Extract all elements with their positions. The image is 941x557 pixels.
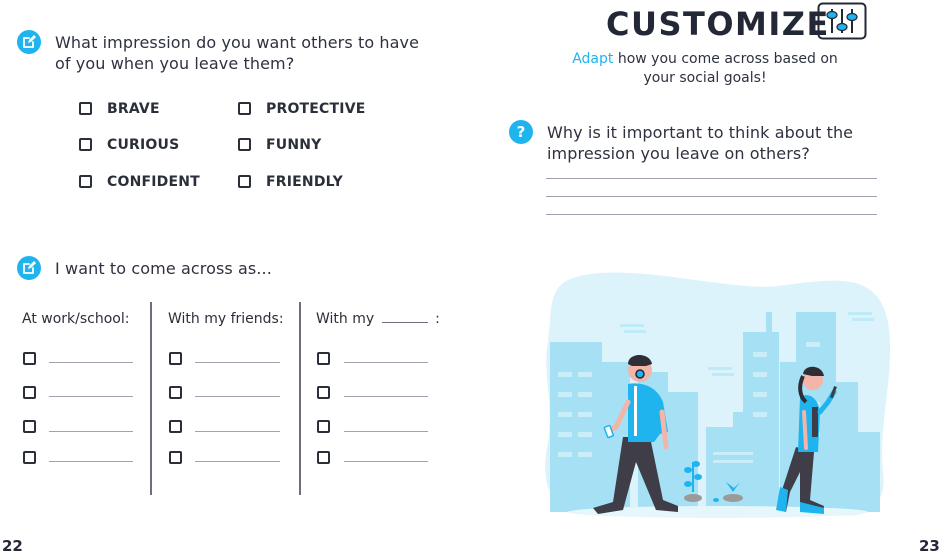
edit-icon	[17, 256, 41, 280]
q1-line2: of you when you leave them?	[55, 54, 295, 73]
checkbox-funny[interactable]	[238, 138, 251, 151]
subtitle-line2: your social goals!	[643, 70, 767, 86]
q1-line1: What impression do you want others to ha…	[55, 33, 420, 52]
checkbox-confident[interactable]	[79, 175, 92, 188]
column-header-work-school: At work/school:	[22, 311, 130, 327]
work-checkbox-4[interactable]	[23, 451, 36, 464]
friends-write-line-1[interactable]	[195, 362, 280, 363]
friends-checkbox-4[interactable]	[169, 451, 182, 464]
column-divider	[150, 302, 152, 495]
option-label: CONFIDENT	[107, 174, 200, 190]
option-label: CURIOUS	[107, 137, 180, 153]
page-title: CUSTOMIZE	[606, 5, 830, 43]
sliders-icon	[817, 2, 867, 40]
custom-checkbox-1[interactable]	[317, 352, 330, 365]
option-label: FUNNY	[266, 137, 322, 153]
checkbox-protective[interactable]	[238, 102, 251, 115]
checkbox-friendly[interactable]	[238, 175, 251, 188]
friends-checkbox-1[interactable]	[169, 352, 182, 365]
friends-write-line-3[interactable]	[195, 431, 280, 432]
custom-write-line-1[interactable]	[344, 362, 428, 363]
subtitle-line1: Adapt how you come across based on	[560, 50, 850, 69]
checkbox-brave[interactable]	[79, 102, 92, 115]
work-checkbox-3[interactable]	[23, 420, 36, 433]
page-number-right: 23	[919, 537, 940, 555]
custom-write-line-4[interactable]	[344, 461, 428, 462]
option-label: BRAVE	[107, 101, 160, 117]
work-write-line-1[interactable]	[49, 362, 133, 363]
edit-icon	[17, 30, 41, 54]
subtitle-accent: Adapt	[572, 51, 614, 67]
friends-write-line-2[interactable]	[195, 396, 280, 397]
work-write-line-4[interactable]	[49, 461, 133, 462]
column-divider	[299, 302, 301, 495]
answer-line-1[interactable]	[546, 178, 877, 179]
q3-line2: impression you leave on others?	[547, 144, 810, 163]
friends-checkbox-2[interactable]	[169, 386, 182, 399]
work-checkbox-2[interactable]	[23, 386, 36, 399]
column-header-custom: With my :	[316, 310, 440, 328]
column-header-custom-label: With my	[316, 311, 375, 327]
custom-write-line-3[interactable]	[344, 431, 428, 432]
column-header-custom-suffix: :	[435, 311, 440, 327]
option-label: FRIENDLY	[266, 174, 343, 190]
q3-line1: Why is it important to think about the	[547, 123, 854, 142]
subtitle-rest: how you come across based on	[613, 51, 838, 67]
custom-write-line-2[interactable]	[344, 396, 428, 397]
city-walkers-illustration	[528, 262, 898, 524]
work-write-line-3[interactable]	[49, 431, 133, 432]
friends-checkbox-3[interactable]	[169, 420, 182, 433]
q2-text: I want to come across as...	[55, 259, 272, 278]
custom-checkbox-3[interactable]	[317, 420, 330, 433]
answer-line-2[interactable]	[546, 196, 877, 197]
subtitle: Adapt how you come across based on your …	[560, 50, 850, 88]
work-checkbox-1[interactable]	[23, 352, 36, 365]
custom-checkbox-2[interactable]	[317, 386, 330, 399]
work-write-line-2[interactable]	[49, 396, 133, 397]
column-header-friends: With my friends:	[168, 311, 284, 327]
question-icon: ?	[509, 120, 533, 144]
custom-blank-field[interactable]	[381, 322, 428, 323]
friends-write-line-4[interactable]	[195, 461, 280, 462]
q3-text: Why is it important to think about the i…	[547, 122, 853, 164]
page-number-left: 22	[2, 537, 23, 555]
q1-text: What impression do you want others to ha…	[55, 32, 419, 74]
answer-line-3[interactable]	[546, 214, 877, 215]
custom-checkbox-4[interactable]	[317, 451, 330, 464]
checkbox-curious[interactable]	[79, 138, 92, 151]
option-label: PROTECTIVE	[266, 101, 366, 117]
